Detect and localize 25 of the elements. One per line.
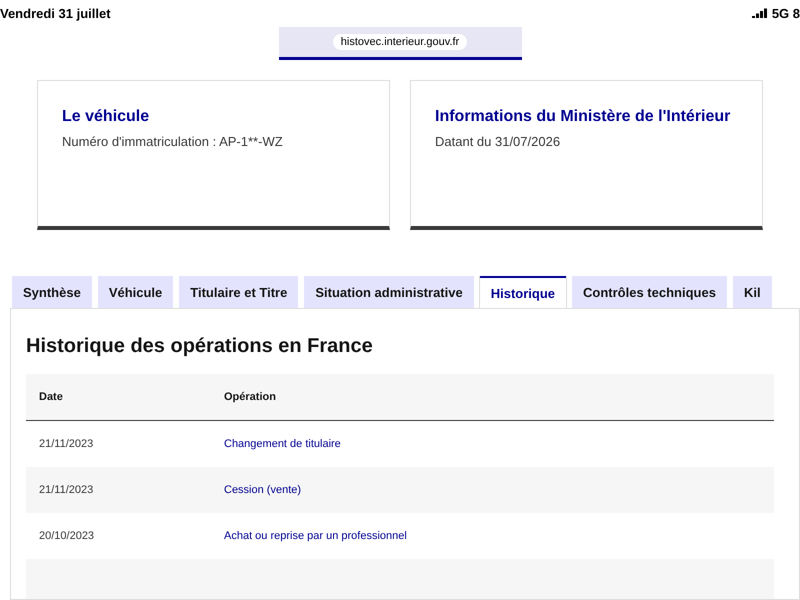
network-label: 5G 8 [772,6,800,21]
tab[interactable]: Historique [480,276,566,308]
address-bar[interactable]: histovec.interieur.gouv.fr [278,26,522,60]
column-header: Opération [223,391,277,403]
operation-link[interactable]: Changement de titulaire [211,438,774,450]
table-cell-text: 21/11/2023 [38,484,94,496]
status-date: Vendredi 31 juillet [0,6,111,21]
url-text: histovec.interieur.gouv.fr [332,34,468,50]
tab[interactable]: Kil [732,276,772,308]
tab[interactable]: Contrôles techniques [572,276,727,308]
signal-icon [752,8,768,18]
column-header: Date [38,391,64,403]
table-cell-text: 20/10/2023 [38,530,96,542]
table-cell-text: 21/11/2023 [38,438,94,450]
card-text: Numéro d'immatriculation : AP-1**-WZ [62,134,284,149]
tab[interactable]: Synthèse [12,276,92,308]
tab[interactable]: Situation administrative [304,276,474,308]
section-title: Historique des opérations en France [26,335,374,358]
operation-link[interactable]: Cession (vente) [211,484,774,496]
card-text: Datant du 31/07/2026 [435,134,562,149]
tab[interactable]: Titulaire et Titre [179,276,298,308]
card-title: Le véhicule [62,107,150,127]
tab[interactable]: Véhicule [98,276,174,308]
card-title: Informations du Ministère de l'Intérieur [435,107,732,127]
operation-link[interactable]: Achat ou reprise par un professionnel [211,530,774,542]
